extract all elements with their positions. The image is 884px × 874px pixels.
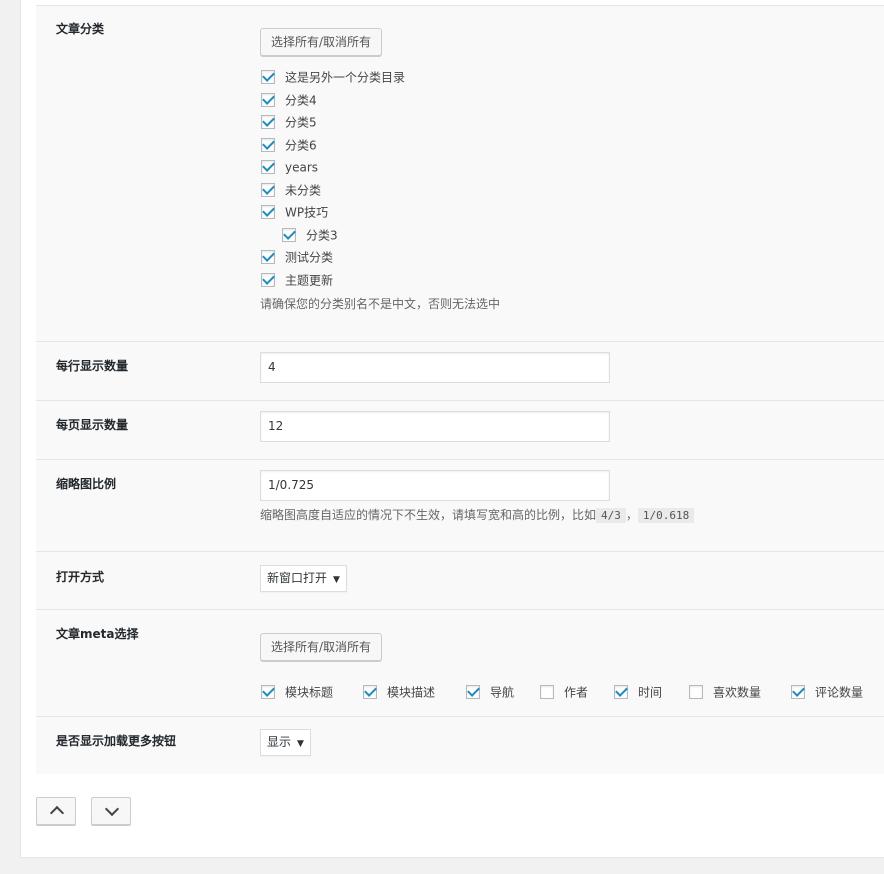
meta-label-text: 模块标题 (285, 685, 334, 700)
row-meta: 文章meta选择 选择所有/取消所有 模块标题 模块描述 导航 作者 时间 喜欢… (36, 610, 884, 717)
category-label: 测试分类 (285, 250, 334, 265)
row-categories: 文章分类 选择所有/取消所有 这是另外一个分类目录 分类4 分类5 分类6 ye… (36, 6, 884, 342)
category-item[interactable]: 分类6 (261, 135, 317, 155)
meta-checkbox[interactable] (261, 684, 275, 699)
row-open-mode: 打开方式 新窗口打开 ▼ (36, 552, 884, 610)
category-label: 分类3 (306, 228, 338, 243)
category-label: years (285, 160, 319, 175)
caret-down-icon: ▼ (333, 575, 340, 585)
category-checkbox[interactable] (261, 137, 275, 152)
category-item[interactable]: 测试分类 (261, 247, 333, 267)
category-checkbox[interactable] (261, 204, 275, 219)
meta-label-text: 喜欢数量 (713, 685, 762, 700)
meta-item[interactable]: 评论数量 (791, 682, 863, 702)
category-checkbox[interactable] (261, 69, 275, 84)
row-per-row: 每行显示数量 4 (36, 342, 884, 401)
category-checkbox[interactable] (261, 182, 275, 197)
ratio-example-code: 4/3 (596, 508, 626, 523)
category-checkbox[interactable] (282, 227, 296, 242)
meta-label-text: 评论数量 (815, 685, 864, 700)
meta-label-text: 导航 (490, 685, 515, 700)
move-up-button[interactable] (36, 797, 76, 825)
category-label: 这是另外一个分类目录 (285, 70, 406, 85)
categories-toggle-all-button[interactable]: 选择所有/取消所有 (260, 28, 383, 56)
category-item[interactable]: 这是另外一个分类目录 (261, 67, 405, 87)
category-label: 分类5 (285, 115, 317, 130)
category-item[interactable]: 分类5 (261, 112, 317, 132)
move-down-button[interactable] (91, 797, 131, 825)
category-item-child[interactable]: 分类3 (282, 225, 338, 245)
thumb-ratio-hint-text: 缩略图高度自适应的情况下不生效，请填写宽和高的比例，比如 (260, 508, 597, 522)
meta-checkbox[interactable] (466, 684, 480, 699)
per-row-label: 每行显示数量 (56, 359, 129, 373)
category-checkbox[interactable] (261, 114, 275, 129)
load-more-label: 是否显示加载更多按钮 (56, 734, 177, 748)
meta-item[interactable]: 模块标题 (261, 682, 333, 702)
meta-checkbox[interactable] (540, 684, 554, 699)
category-label: 主题更新 (285, 273, 334, 288)
row-per-page: 每页显示数量 12 (36, 401, 884, 460)
settings-panel: 文章分类 选择所有/取消所有 这是另外一个分类目录 分类4 分类5 分类6 ye… (20, 0, 884, 858)
category-checkbox[interactable] (261, 249, 275, 264)
load-more-select[interactable]: 显示 ▼ (260, 729, 311, 756)
categories-hint: 请确保您的分类别名不是中文，否则无法选中 (260, 297, 501, 311)
category-checkbox[interactable] (261, 272, 275, 287)
row-load-more: 是否显示加载更多按钮 显示 ▼ (36, 717, 884, 774)
category-checkbox[interactable] (261, 159, 275, 174)
category-label: 分类6 (285, 138, 317, 153)
meta-label-text: 时间 (638, 685, 663, 700)
open-mode-selected: 新窗口打开 (267, 571, 328, 585)
ratio-example-code: 1/0.618 (637, 508, 695, 523)
category-checkbox[interactable] (261, 92, 275, 107)
meta-label-text: 作者 (564, 685, 589, 700)
meta-checkbox[interactable] (689, 684, 703, 699)
per-page-label: 每页显示数量 (56, 418, 129, 432)
meta-toggle-all-button[interactable]: 选择所有/取消所有 (260, 633, 383, 661)
meta-checkbox[interactable] (363, 684, 377, 699)
load-more-selected: 显示 (267, 735, 292, 749)
thumb-ratio-input[interactable]: 1/0.725 (260, 470, 610, 501)
category-item[interactable]: 主题更新 (261, 270, 333, 290)
caret-down-icon: ▼ (297, 739, 304, 749)
row-thumb-ratio: 缩略图比例 1/0.725 缩略图高度自适应的情况下不生效，请填写宽和高的比例，… (36, 460, 884, 552)
meta-item[interactable]: 时间 (614, 682, 662, 702)
per-page-input[interactable]: 12 (260, 411, 610, 442)
per-row-input[interactable]: 4 (260, 352, 610, 383)
meta-checkbox[interactable] (791, 684, 805, 699)
thumb-ratio-label: 缩略图比例 (56, 477, 117, 491)
open-mode-select[interactable]: 新窗口打开 ▼ (260, 565, 347, 592)
meta-item[interactable]: 作者 (540, 682, 588, 702)
meta-item[interactable]: 模块描述 (363, 682, 435, 702)
meta-item[interactable]: 导航 (466, 682, 514, 702)
meta-checkbox[interactable] (614, 684, 628, 699)
settings-form: 文章分类 选择所有/取消所有 这是另外一个分类目录 分类4 分类5 分类6 ye… (36, 5, 884, 774)
thumb-ratio-hint: 缩略图高度自适应的情况下不生效，请填写宽和高的比例，比如 4/3， 1/0.618 (260, 506, 695, 523)
category-item[interactable]: 未分类 (261, 180, 321, 200)
category-item[interactable]: 分类4 (261, 90, 317, 110)
category-item[interactable]: WP技巧 (261, 202, 328, 222)
chevron-up-icon (49, 805, 65, 821)
category-label: WP技巧 (285, 205, 329, 220)
categories-label: 文章分类 (56, 22, 105, 36)
category-label: 分类4 (285, 93, 317, 108)
category-item[interactable]: years (261, 157, 318, 177)
category-label: 未分类 (285, 183, 322, 198)
hint-separator: ， (625, 508, 638, 522)
meta-label-text: 模块描述 (387, 685, 436, 700)
meta-item[interactable]: 喜欢数量 (689, 682, 761, 702)
chevron-down-icon (104, 801, 120, 817)
open-mode-label: 打开方式 (56, 570, 105, 584)
meta-label: 文章meta选择 (56, 627, 139, 641)
